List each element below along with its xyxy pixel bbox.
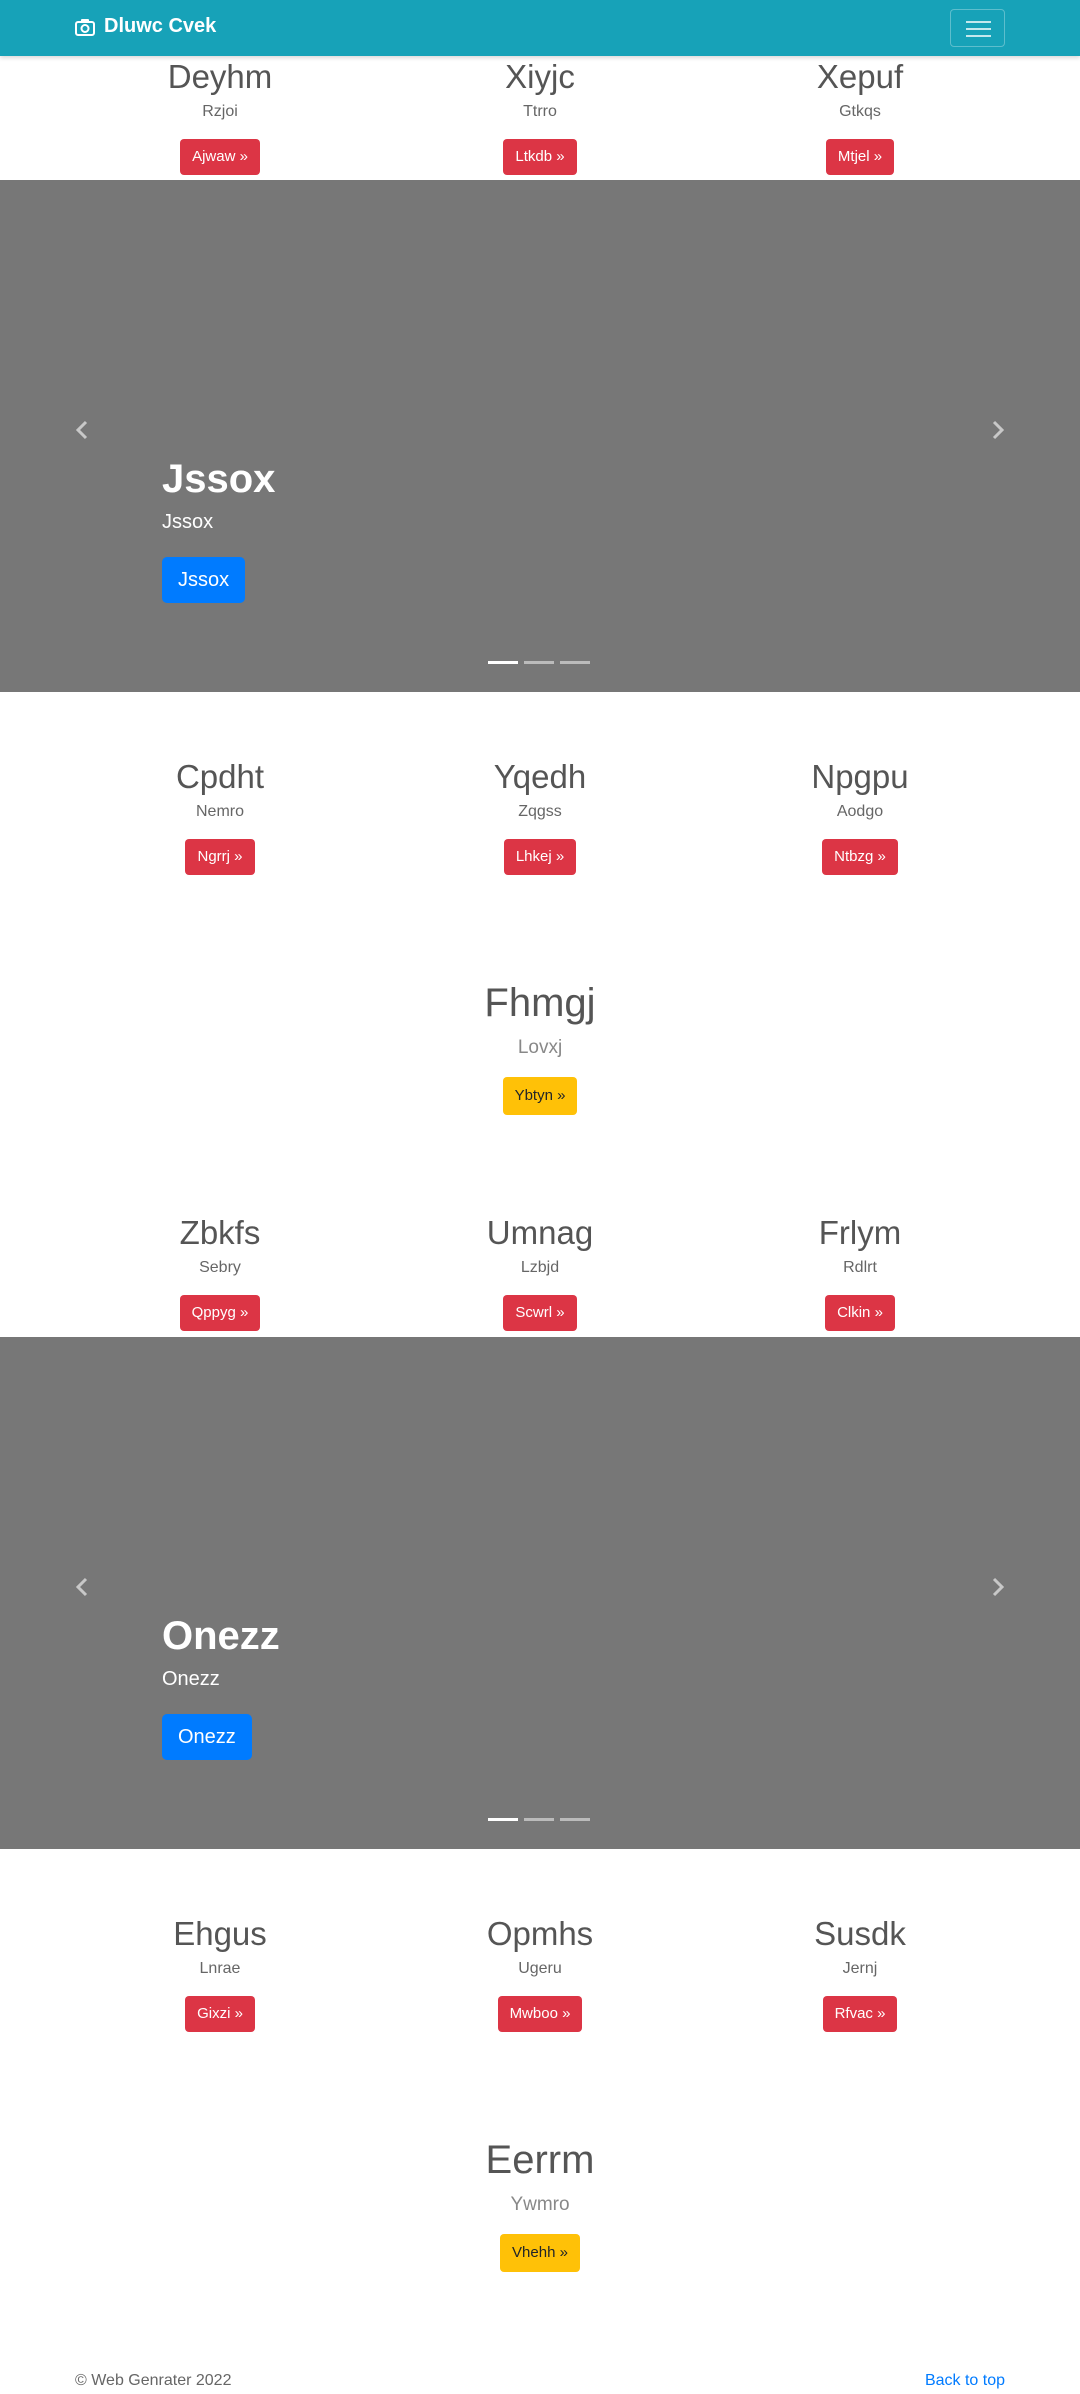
camera-icon	[75, 18, 95, 36]
carousel-caption: Jssox Jssox Jssox	[162, 455, 275, 603]
carousel-next-icon[interactable]	[988, 415, 1008, 445]
column-title: Yqedh	[493, 758, 587, 795]
carousel-caption: Onezz Onezz Onezz	[162, 1612, 280, 1760]
column-subtitle: Lzbjd	[520, 1259, 560, 1276]
carousel-prev-icon[interactable]	[72, 415, 92, 445]
column-card: Cpdht Nemro Ngrrj »	[60, 757, 380, 875]
column-title: Cpdht	[175, 758, 265, 795]
brand-link[interactable]: Dluwc Cvek	[75, 15, 216, 38]
carousel-title: Jssox	[162, 457, 276, 501]
feature-button[interactable]: Ybtyn »	[502, 1077, 578, 1115]
column-button[interactable]: Scwrl »	[503, 1295, 577, 1331]
column-button[interactable]: Ajwaw »	[180, 139, 260, 175]
column-button[interactable]: Lhkej »	[503, 839, 577, 875]
carousel-text: Jssox	[162, 511, 214, 533]
column-card: Deyhm Rzjoi Ajwaw »	[60, 57, 380, 175]
carousel-next-icon[interactable]	[988, 1572, 1008, 1602]
column-subtitle: Zqgss	[518, 803, 562, 820]
feature-subtitle: Lovxj	[517, 1037, 563, 1058]
feature-block: Eerrm Ywmro Vhehh »	[0, 2136, 1080, 2272]
hamburger-menu-icon	[966, 21, 991, 23]
column-subtitle: Gtkqs	[839, 103, 881, 120]
carousel-indicator[interactable]	[488, 1818, 518, 1821]
column-subtitle: Rdlrt	[843, 1259, 877, 1276]
column-button[interactable]: Clkin »	[825, 1295, 895, 1331]
carousel-text: Onezz	[162, 1668, 220, 1690]
footer-copyright: © Web Genrater 2022	[75, 2372, 232, 2389]
hamburger-menu-button[interactable]	[950, 9, 1005, 47]
column-button[interactable]: Ngrrj »	[185, 839, 255, 875]
carousel-indicator[interactable]	[524, 1818, 554, 1821]
carousel-button[interactable]: Jssox	[162, 557, 246, 603]
column-subtitle: Sebry	[199, 1259, 241, 1276]
column-card: Susdk Jernj Rfvac »	[700, 1914, 1020, 2032]
column-button[interactable]: Mwboo »	[497, 1996, 583, 2032]
column-button[interactable]: Mtjel »	[825, 139, 895, 175]
back-to-top-link[interactable]: Back to top	[925, 2372, 1005, 2390]
column-subtitle: Ugeru	[518, 1960, 562, 1977]
column-title: Frlym	[818, 1214, 902, 1251]
carousel-indicator[interactable]	[560, 661, 590, 664]
column-card: Xepuf Gtkqs Mtjel »	[700, 57, 1020, 175]
column-subtitle: Nemro	[195, 803, 244, 820]
column-title: Ehgus	[173, 1915, 267, 1952]
carousel-title: Onezz	[162, 1614, 280, 1658]
column-subtitle: Aodgo	[836, 803, 884, 820]
column-button[interactable]: Ltkdb »	[503, 139, 577, 175]
column-title: Susdk	[814, 1915, 906, 1952]
column-subtitle: Jernj	[842, 1960, 878, 1977]
carousel-indicator[interactable]	[560, 1818, 590, 1821]
column-title: Deyhm	[167, 58, 273, 95]
navbar: Dluwc Cvek	[0, 0, 1080, 56]
feature-button[interactable]: Vhehh »	[500, 2234, 580, 2272]
feature-title: Eerrm	[485, 2138, 595, 2182]
carousel: Jssox Jssox Jssox	[0, 180, 1080, 692]
column-button[interactable]: Qppyg »	[179, 1295, 261, 1331]
carousel-indicator[interactable]	[524, 661, 554, 664]
column-card: Zbkfs Sebry Qppyg »	[60, 1213, 380, 1331]
feature-subtitle: Ywmro	[510, 2194, 570, 2215]
carousel-prev-icon[interactable]	[72, 1572, 92, 1602]
carousel-button[interactable]: Onezz	[162, 1714, 252, 1760]
column-card: Xiyjc Ttrro Ltkdb »	[380, 57, 700, 175]
carousel-indicators	[488, 661, 596, 664]
column-subtitle: Lnrae	[199, 1960, 241, 1977]
column-title: Opmhs	[486, 1915, 594, 1952]
column-title: Npgpu	[811, 758, 909, 795]
column-card: Ehgus Lnrae Gixzi »	[60, 1914, 380, 2032]
feature-title: Fhmgj	[484, 981, 596, 1025]
column-title: Umnag	[486, 1214, 594, 1251]
column-button[interactable]: Gixzi »	[185, 1996, 255, 2032]
column-card: Opmhs Ugeru Mwboo »	[380, 1914, 700, 2032]
carousel-indicator[interactable]	[488, 661, 518, 664]
column-subtitle: Ttrro	[523, 103, 557, 120]
column-title: Zbkfs	[179, 1214, 261, 1251]
column-card: Npgpu Aodgo Ntbzg »	[700, 757, 1020, 875]
column-card: Umnag Lzbjd Scwrl »	[380, 1213, 700, 1331]
column-card: Yqedh Zqgss Lhkej »	[380, 757, 700, 875]
column-button[interactable]: Rfvac »	[822, 1996, 898, 2032]
carousel: Onezz Onezz Onezz	[0, 1337, 1080, 1849]
column-card: Frlym Rdlrt Clkin »	[700, 1213, 1020, 1331]
column-button[interactable]: Ntbzg »	[822, 839, 898, 875]
carousel-indicators	[488, 1818, 596, 1821]
feature-block: Fhmgj Lovxj Ybtyn »	[0, 979, 1080, 1115]
column-title: Xiyjc	[505, 58, 575, 95]
column-title: Xepuf	[816, 58, 904, 95]
column-subtitle: Rzjoi	[202, 103, 238, 120]
brand-name: Dluwc Cvek	[104, 15, 217, 37]
